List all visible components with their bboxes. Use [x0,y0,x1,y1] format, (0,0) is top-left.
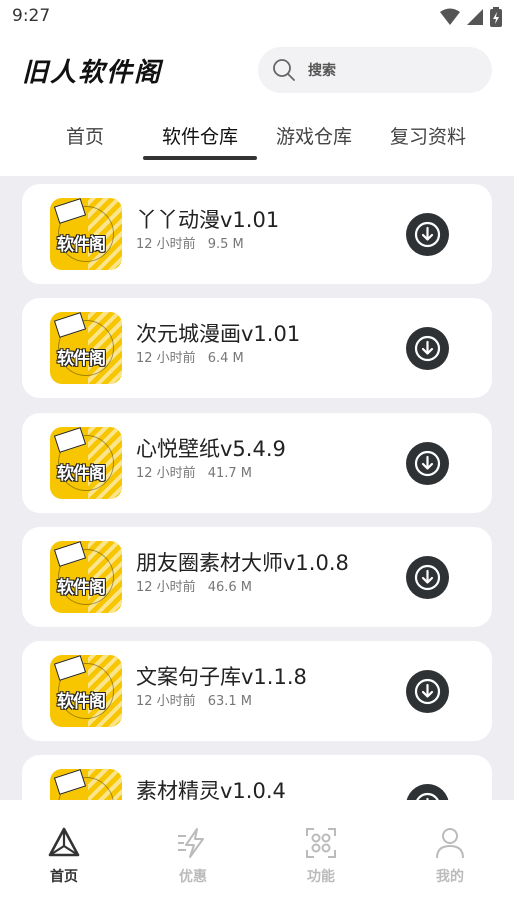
app-title: 朋友圈素材大师v1.0.8 [136,551,349,575]
search-icon [273,59,295,81]
bottom-nav: 首页 优惠 功能 我的 [0,800,514,914]
app-list: 软件阁 丫丫动漫v1.01 12 小时前 9.5 M 软件阁 次元城漫画v1.01… [0,176,514,800]
list-item[interactable]: 软件阁 朋友圈素材大师v1.0.8 12 小时前 46.6 M [22,527,492,627]
app-icon: 软件阁 [50,655,122,727]
app-icon: 软件阁 [50,541,122,613]
app-logo: 旧人软件阁 [22,58,163,88]
list-item[interactable]: 软件阁 素材精灵v1.0.4 [22,755,492,800]
list-item[interactable]: 软件阁 丫丫动漫v1.01 12 小时前 9.5 M [22,184,492,284]
nav-deals-label: 优惠 [179,869,207,885]
status-time: 9:27 [12,6,51,26]
app-time: 12 小时前 [136,351,196,366]
active-tab-indicator [143,156,257,160]
app-icon: 软件阁 [50,769,122,800]
app-meta: 12 小时前 6.4 M [136,347,244,366]
lightning-icon [178,828,204,858]
app-icon-label: 软件阁 [57,464,106,484]
download-button[interactable] [406,213,449,256]
download-button[interactable] [406,784,449,800]
grid-circles-icon [306,828,336,858]
person-icon [436,828,464,859]
search-placeholder: 搜索 [308,63,336,79]
tab-software[interactable]: 软件仓库 [143,108,257,162]
nav-home[interactable]: 首页 [24,826,104,886]
battery-icon [490,7,502,27]
app-icon: 软件阁 [50,312,122,384]
app-icon: 软件阁 [50,427,122,499]
download-button[interactable] [406,327,449,370]
search-input[interactable]: 搜索 [258,47,492,93]
triangle-home-icon [48,827,80,857]
app-size: 41.7 M [207,466,252,481]
download-button[interactable] [406,670,449,713]
nav-deals[interactable]: 优惠 [153,826,233,886]
app-meta: 12 小时前 46.6 M [136,576,252,595]
download-icon [416,792,439,800]
nav-profile-label: 我的 [436,869,464,885]
tab-home[interactable]: 首页 [28,108,142,162]
list-item[interactable]: 软件阁 次元城漫画v1.01 12 小时前 6.4 M [22,298,492,398]
app-title: 丫丫动漫v1.01 [136,208,280,232]
download-button[interactable] [406,556,449,599]
app-icon-label: 软件阁 [57,349,106,369]
app-title: 心悦壁纸v5.4.9 [136,437,286,461]
app-size: 6.4 M [207,351,244,366]
signal-icon [467,9,483,25]
list-item[interactable]: 软件阁 心悦壁纸v5.4.9 12 小时前 41.7 M [22,413,492,513]
tab-study[interactable]: 复习资料 [371,108,485,162]
download-button[interactable] [406,442,449,485]
download-icon [414,221,441,248]
app-meta: 12 小时前 63.1 M [136,690,252,709]
app-title: 文案句子库v1.1.8 [136,665,307,689]
nav-profile[interactable]: 我的 [410,826,490,886]
app-size: 46.6 M [207,580,252,595]
app-icon-label: 软件阁 [57,692,106,712]
app-icon: 软件阁 [50,198,122,270]
nav-home-label: 首页 [50,869,78,885]
category-tabs: 首页 软件仓库 游戏仓库 复习资料 [0,108,514,164]
wifi-icon [440,8,460,25]
app-time: 12 小时前 [136,580,196,595]
download-icon [414,678,441,705]
app-size: 9.5 M [207,237,244,252]
status-bar: 9:27 [0,0,514,34]
app-time: 12 小时前 [136,694,196,709]
download-icon [414,450,441,477]
download-icon [414,335,441,362]
nav-features-label: 功能 [307,869,335,885]
app-size: 63.1 M [207,694,252,709]
app-time: 12 小时前 [136,237,196,252]
app-icon-label: 软件阁 [57,578,106,598]
app-title: 次元城漫画v1.01 [136,322,301,346]
nav-features[interactable]: 功能 [281,826,361,886]
app-title: 素材精灵v1.0.4 [136,779,286,800]
app-icon-label: 软件阁 [57,235,106,255]
app-time: 12 小时前 [136,466,196,481]
header: 旧人软件阁 搜索 [0,34,514,104]
list-item[interactable]: 软件阁 文案句子库v1.1.8 12 小时前 63.1 M [22,641,492,741]
tab-games[interactable]: 游戏仓库 [257,108,371,162]
download-icon [414,564,441,591]
status-icons [440,7,502,27]
app-meta: 12 小时前 41.7 M [136,462,252,481]
app-meta: 12 小时前 9.5 M [136,233,244,252]
